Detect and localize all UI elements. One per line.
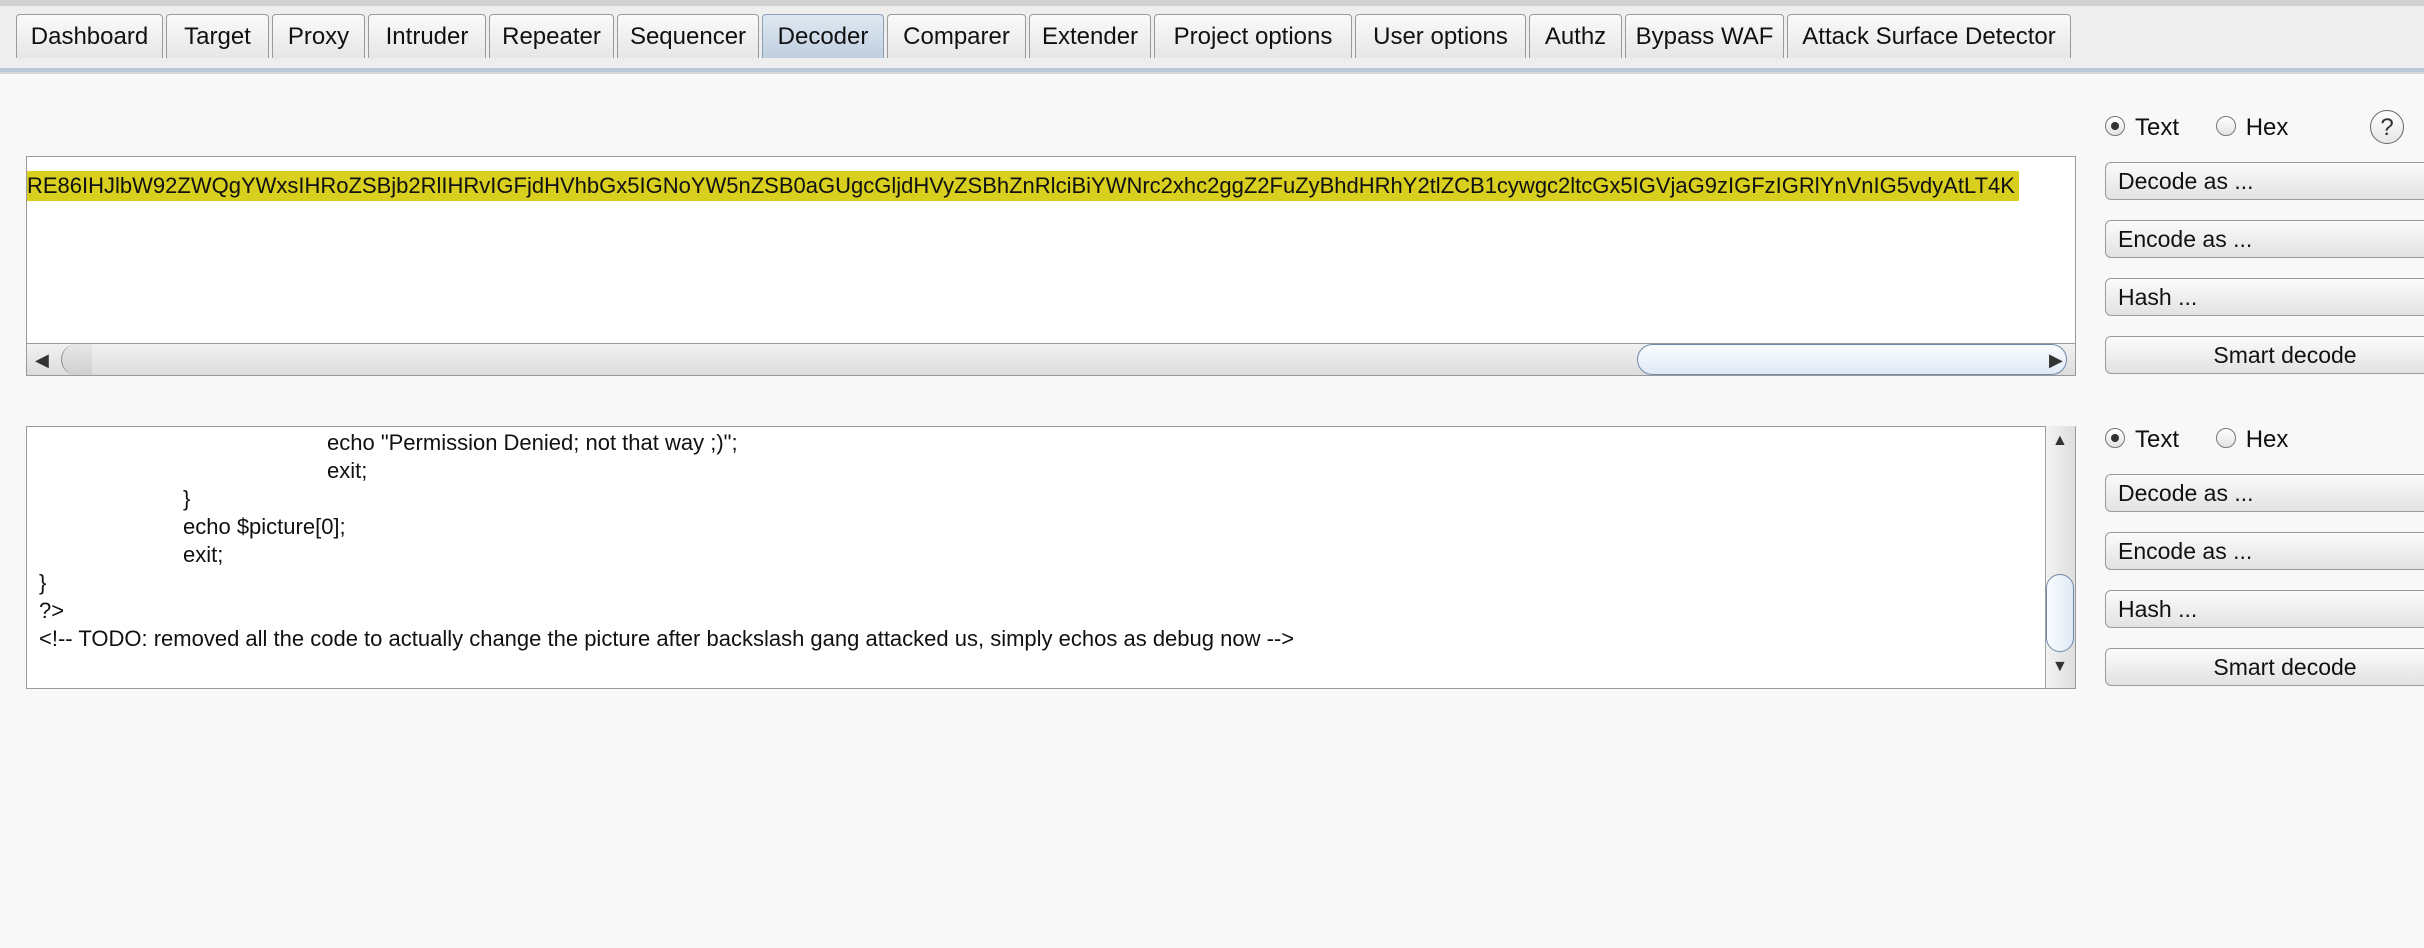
radio-hex-label[interactable]: Hex: [2246, 426, 2289, 453]
input-horizontal-scrollbar[interactable]: ◀ ▶: [26, 343, 2076, 376]
tab-user-options[interactable]: User options: [1355, 14, 1526, 58]
hash-label: Hash ...: [2118, 596, 2198, 622]
tab-comparer[interactable]: Comparer: [887, 14, 1026, 58]
radio-hex-label[interactable]: Hex: [2246, 114, 2289, 141]
code-line: exit;: [183, 542, 224, 567]
encode-as-label: Encode as ...: [2118, 538, 2253, 564]
tab-intruder[interactable]: Intruder: [368, 14, 486, 58]
tab-extender[interactable]: Extender: [1029, 14, 1151, 58]
encode-as-label: Encode as ...: [2118, 226, 2253, 252]
code-line: }: [183, 486, 191, 511]
input-mode-selector: Text Hex: [2105, 110, 2318, 144]
tab-target[interactable]: Target: [166, 14, 269, 58]
scroll-left-arrow-icon[interactable]: ◀: [35, 350, 49, 371]
radio-text-label[interactable]: Text: [2135, 114, 2179, 141]
output-mode-selector: Text Hex: [2105, 422, 2318, 456]
code-line: }: [39, 570, 47, 595]
scroll-down-arrow-icon[interactable]: ▼: [2052, 658, 2068, 676]
main-tab-bar: Dashboard Target Proxy Intruder Repeater…: [0, 6, 2424, 72]
output-vertical-scrollbar[interactable]: ▲ ▼: [2045, 426, 2075, 688]
code-line: echo "Permission Denied; not that way ;)…: [327, 430, 738, 455]
tab-authz[interactable]: Authz: [1529, 14, 1622, 58]
decode-as-dropdown[interactable]: Decode as ...: [2105, 162, 2424, 200]
radio-text-input[interactable]: [2105, 115, 2125, 136]
radio-text-input[interactable]: [2105, 427, 2125, 448]
decode-as-dropdown[interactable]: Decode as ...: [2105, 474, 2424, 512]
tab-repeater[interactable]: Repeater: [489, 14, 614, 58]
tab-dashboard[interactable]: Dashboard: [16, 14, 163, 58]
radio-text-label[interactable]: Text: [2135, 426, 2179, 453]
hash-dropdown[interactable]: Hash ...: [2105, 278, 2424, 316]
tab-content-edge: [0, 72, 2424, 74]
scrollbar-track-cap: [61, 344, 92, 375]
scroll-up-arrow-icon[interactable]: ▲: [2052, 432, 2068, 450]
scrollbar-thumb[interactable]: [1637, 344, 2067, 375]
help-icon[interactable]: ?: [2370, 110, 2404, 144]
output-editor[interactable]: echo "Permission Denied; not that way ;)…: [26, 426, 2076, 689]
encode-as-dropdown[interactable]: Encode as ...: [2105, 532, 2424, 570]
hash-dropdown[interactable]: Hash ...: [2105, 590, 2424, 628]
code-line: echo $picture[0];: [183, 514, 346, 539]
decode-as-label: Decode as ...: [2118, 480, 2254, 506]
tab-attack-surface-detector[interactable]: Attack Surface Detector: [1787, 14, 2071, 58]
input-editor[interactable]: RE86IHJlbW92ZWQgYWxsIHRoZSBjb2RlIHRvIGFj…: [26, 156, 2076, 344]
radio-hex-input[interactable]: [2215, 115, 2236, 136]
tab-proxy[interactable]: Proxy: [272, 14, 365, 58]
tab-decoder[interactable]: Decoder: [762, 14, 884, 58]
decode-as-label: Decode as ...: [2118, 168, 2254, 194]
encode-as-dropdown[interactable]: Encode as ...: [2105, 220, 2424, 258]
hash-label: Hash ...: [2118, 284, 2198, 310]
code-line: <!-- TODO: removed all the code to actua…: [39, 626, 1295, 651]
code-line: exit;: [327, 458, 368, 483]
scrollbar-thumb[interactable]: [2046, 574, 2074, 652]
code-line: ?>: [39, 598, 65, 623]
radio-hex-input[interactable]: [2215, 427, 2236, 448]
smart-decode-button[interactable]: Smart decode: [2105, 648, 2424, 686]
tab-bypass-waf[interactable]: Bypass WAF: [1625, 14, 1784, 58]
tab-project-options[interactable]: Project options: [1154, 14, 1352, 58]
input-text-selected[interactable]: RE86IHJlbW92ZWQgYWxsIHRoZSBjb2RlIHRvIGFj…: [27, 171, 2019, 201]
tab-sequencer[interactable]: Sequencer: [617, 14, 759, 58]
scroll-right-arrow-icon[interactable]: ▶: [2049, 350, 2063, 371]
smart-decode-button[interactable]: Smart decode: [2105, 336, 2424, 374]
